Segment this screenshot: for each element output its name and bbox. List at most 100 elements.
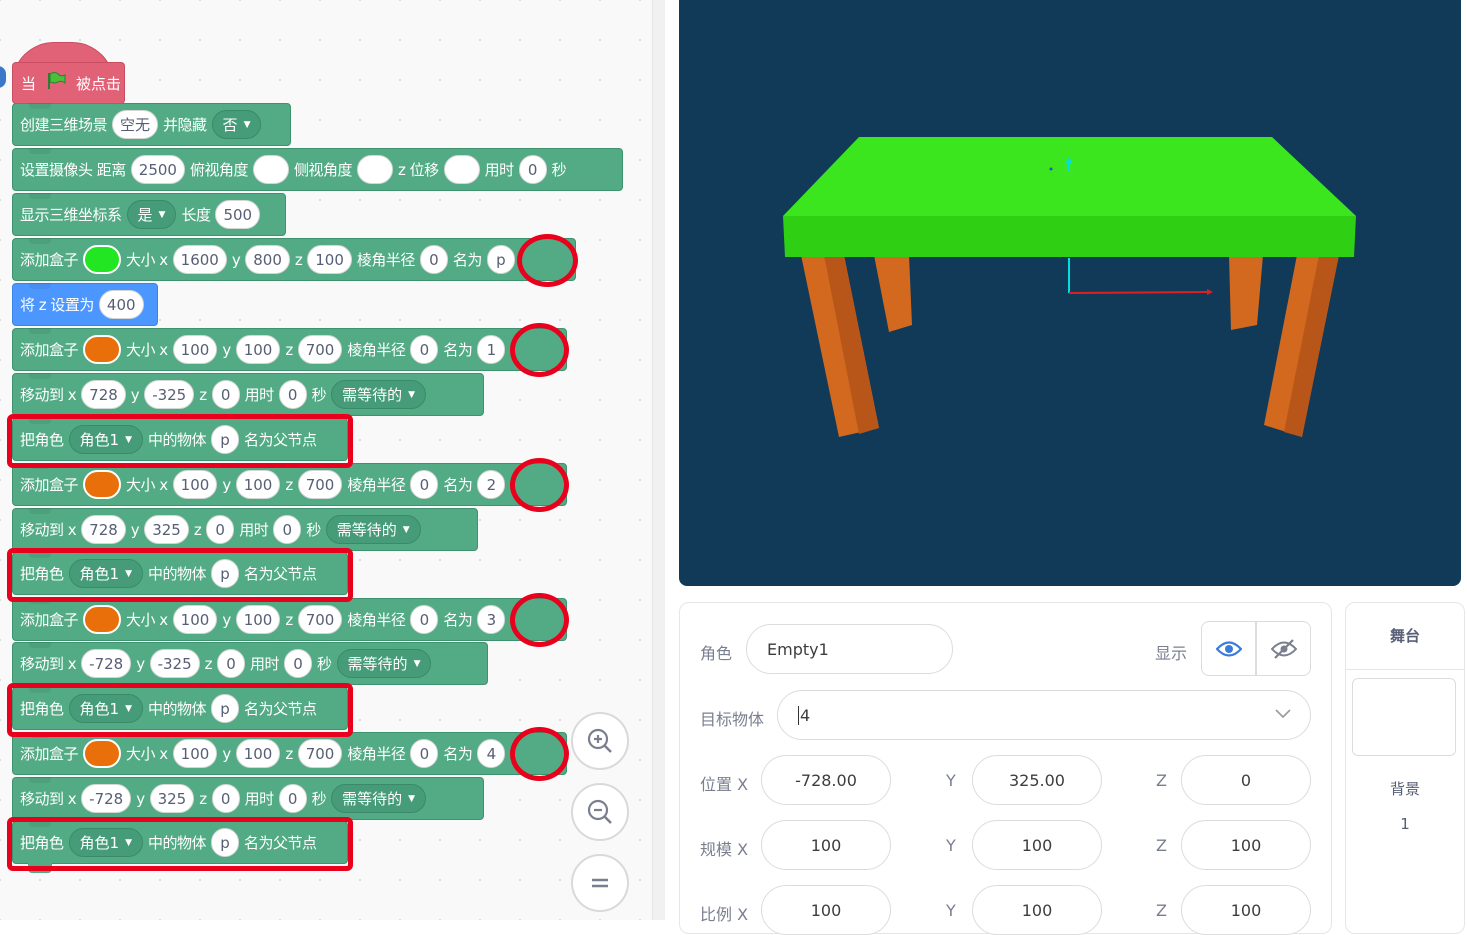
set-z-input[interactable]: 400	[98, 290, 144, 319]
radius-input[interactable]: 0	[410, 470, 439, 499]
box-name-input[interactable]: 1	[477, 335, 506, 364]
move-x-input[interactable]: -728	[81, 784, 132, 813]
size-z-input[interactable]: 700	[297, 470, 343, 499]
zoom-out-button[interactable]	[571, 783, 629, 841]
wait-dropdown[interactable]: 需等待的 ▼	[336, 649, 432, 678]
wait-dropdown[interactable]: 需等待的 ▼	[331, 380, 427, 409]
move-y-input[interactable]: 325	[144, 515, 189, 544]
scale-z-field[interactable]: 100	[1181, 885, 1311, 935]
move-to-block-1[interactable]: 移动到 x 728 y -325 z 0 用时 0 秒 需等待的 ▼	[12, 373, 484, 416]
move-y-input[interactable]: 325	[149, 784, 195, 813]
move-to-block-4[interactable]: 移动到 x -728 y 325 z 0 用时 0 秒 需等待的 ▼	[12, 777, 484, 820]
yaw-input[interactable]	[357, 155, 393, 184]
size-x-label: 大小 x	[126, 476, 168, 494]
stage-thumbnail[interactable]	[1352, 678, 1456, 756]
move-to-block-2[interactable]: 移动到 x 728 y 325 z 0 用时 0 秒 需等待的 ▼	[12, 508, 478, 551]
size-z-input[interactable]: 700	[297, 605, 343, 634]
scale-y-field[interactable]: 100	[972, 885, 1102, 935]
time-input[interactable]: 0	[284, 649, 313, 678]
box-name-input[interactable]: 4	[477, 739, 506, 768]
radius-input[interactable]: 0	[419, 245, 448, 274]
move-z-input[interactable]: 0	[217, 649, 246, 678]
axes-length-input[interactable]: 500	[215, 200, 261, 229]
box-name-input[interactable]: 2	[477, 470, 506, 499]
wait-dropdown[interactable]: 需等待的 ▼	[325, 515, 421, 544]
time-input[interactable]: 0	[518, 155, 547, 184]
size-y-input[interactable]: 800	[245, 245, 290, 274]
move-y-input[interactable]: -325	[144, 380, 195, 409]
time-input[interactable]: 0	[273, 515, 302, 544]
workspace-scrollbar[interactable]	[652, 0, 665, 920]
block-notch	[29, 508, 51, 514]
move-z-input[interactable]: 0	[211, 784, 240, 813]
size-z-input[interactable]: 700	[297, 739, 343, 768]
collapse-handle[interactable]	[0, 66, 6, 88]
size-x-input[interactable]: 100	[172, 605, 218, 634]
size-x-input[interactable]: 100	[172, 470, 218, 499]
size-z-input[interactable]: 100	[307, 245, 352, 274]
radius-input[interactable]: 0	[410, 335, 439, 364]
block-notch	[29, 238, 51, 244]
position-x-value: -728.00	[795, 770, 857, 790]
box-name-input[interactable]: 3	[477, 605, 506, 634]
stage-selector-panel[interactable]: 舞台 背景 1	[1345, 602, 1465, 934]
role-name-field[interactable]: Empty1	[746, 624, 953, 674]
move-y-input[interactable]: -325	[149, 649, 200, 678]
radius-input[interactable]: 0	[410, 605, 439, 634]
size-x-field[interactable]: 100	[761, 820, 891, 870]
size-x-input[interactable]: 100	[172, 739, 218, 768]
move-x-input[interactable]: -728	[81, 649, 132, 678]
box-color-swatch[interactable]	[83, 739, 122, 768]
zoom-in-button[interactable]	[571, 712, 629, 770]
pitch-input[interactable]	[252, 155, 289, 184]
box-color-swatch[interactable]	[83, 335, 122, 364]
size-x-input[interactable]: 100	[172, 335, 218, 364]
hide-button[interactable]	[1256, 621, 1311, 676]
wait-dropdown[interactable]: 需等待的 ▼	[331, 784, 427, 813]
z-offset-input[interactable]	[443, 155, 480, 184]
time-input[interactable]: 0	[278, 380, 307, 409]
size-z-input[interactable]: 700	[297, 335, 343, 364]
when-flag-clicked-block[interactable]: 当 被点击	[12, 42, 125, 108]
move-to-block-3[interactable]: 移动到 x -728 y -325 z 0 用时 0 秒 需等待的 ▼	[12, 642, 488, 685]
move-x-input[interactable]: 728	[81, 515, 126, 544]
stage-canvas[interactable]	[679, 0, 1461, 586]
target-select[interactable]: 4	[777, 690, 1311, 740]
position-z-field[interactable]: 0	[1181, 755, 1311, 805]
size-y-input[interactable]: 100	[235, 470, 281, 499]
move-x-input[interactable]: 728	[81, 380, 126, 409]
radius-input[interactable]: 0	[410, 739, 439, 768]
show-button[interactable]	[1201, 621, 1256, 676]
show-axes-block[interactable]: 显示三维坐标系 是 ▼ 长度 500	[12, 193, 286, 236]
position-y-field[interactable]: 325.00	[972, 755, 1102, 805]
camera-distance-input[interactable]: 2500	[130, 155, 185, 184]
add-box-block-4[interactable]: 添加盒子 大小 x 100 y 100 z 700 棱角半径 0 名为 4	[12, 732, 567, 775]
add-box-block-1[interactable]: 添加盒子 大小 x 100 y 100 z 700 棱角半径 0 名为 1	[12, 328, 567, 371]
box-name-input[interactable]: p	[486, 245, 515, 274]
box-color-swatch[interactable]	[83, 245, 122, 274]
box-color-swatch[interactable]	[83, 605, 122, 634]
set-camera-block[interactable]: 设置摄像头 距离 2500 俯视角度 侧视角度 z 位移 用时 0 秒	[12, 148, 623, 191]
size-y-input[interactable]: 100	[235, 739, 281, 768]
create-scene-block[interactable]: 创建三维场景 空无 并隐藏 否 ▼	[12, 103, 291, 146]
time-input[interactable]: 0	[278, 784, 307, 813]
size-y-input[interactable]: 100	[235, 605, 281, 634]
size-y-field[interactable]: 100	[972, 820, 1102, 870]
zoom-reset-button[interactable]	[571, 854, 629, 912]
add-box-block-2[interactable]: 添加盒子 大小 x 100 y 100 z 700 棱角半径 0 名为 2	[12, 463, 567, 506]
add-box-block-p[interactable]: 添加盒子 大小 x 1600 y 800 z 100 棱角半径 0 名为 p	[12, 238, 576, 281]
move-z-input[interactable]: 0	[211, 380, 240, 409]
size-y-input[interactable]: 100	[235, 335, 281, 364]
position-x-field[interactable]: -728.00	[761, 755, 891, 805]
box-color-swatch[interactable]	[83, 470, 122, 499]
code-workspace[interactable]: 当 被点击 创建三维场景 空无 并隐藏 否 ▼ 设置摄像头 距离 2500 俯视角…	[0, 0, 664, 920]
size-z-field[interactable]: 100	[1181, 820, 1311, 870]
axes-show-dropdown[interactable]: 是 ▼	[126, 200, 177, 229]
add-box-block-3[interactable]: 添加盒子 大小 x 100 y 100 z 700 棱角半径 0 名为 3	[12, 598, 567, 641]
move-z-input[interactable]: 0	[206, 515, 235, 544]
scale-x-field[interactable]: 100	[761, 885, 891, 935]
scene-input[interactable]: 空无	[112, 110, 159, 139]
size-x-input[interactable]: 1600	[172, 245, 227, 274]
set-z-block[interactable]: 将 z 设置为 400	[12, 283, 158, 326]
hide-dropdown[interactable]: 否 ▼	[211, 110, 262, 139]
